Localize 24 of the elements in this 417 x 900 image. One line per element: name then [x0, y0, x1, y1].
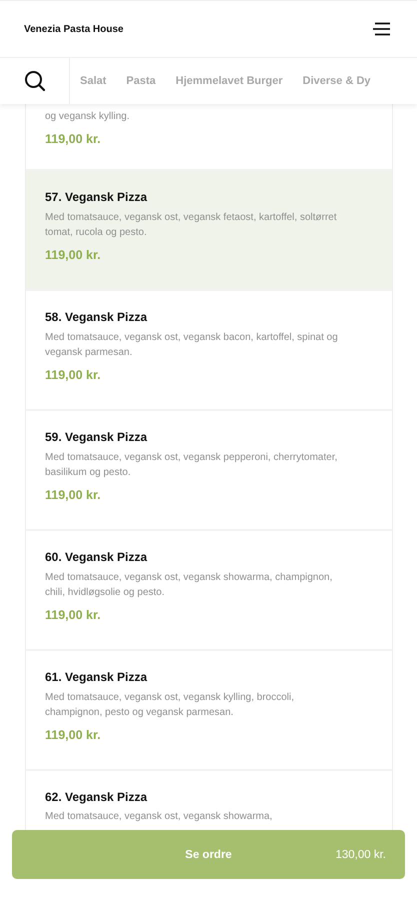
- item-title: 58. Vegansk Pizza: [45, 310, 148, 324]
- search-icon[interactable]: [24, 70, 46, 92]
- item-price: 119,00 kr.: [45, 132, 102, 146]
- item-price: 119,00 kr.: [45, 728, 102, 742]
- menu-icon[interactable]: [373, 22, 391, 36]
- restaurant-title: Venezia Pasta House: [24, 24, 124, 34]
- item-price: 119,00 kr.: [45, 248, 102, 262]
- item-description: Med tomatsauce, vegansk ost, vegansk showarma, champignon, chili, hvidløgsolie og pesto.: [45, 571, 334, 600]
- menu-item-card[interactable]: 57. Vegansk Pizza Med tomatsauce, vegansk ost, vegansk fetaost, kartoffel, soltørret tomat, rucola og pesto. 119,00 kr.: [26, 171, 392, 291]
- item-title: 60. Vegansk Pizza: [45, 550, 148, 564]
- item-description: Med tomatsauce, vegansk ost, vegansk showarma,: [45, 810, 274, 823]
- item-description: og vegansk kylling.: [45, 110, 130, 124]
- item-title: 57. Vegansk Pizza: [45, 190, 148, 204]
- item-price: 119,00 kr.: [45, 368, 102, 382]
- item-description: Med tomatsauce, vegansk ost, vegansk fetaost, kartoffel, soltørret tomat, rucola og pesto.: [45, 211, 338, 240]
- item-price: 119,00 kr.: [45, 488, 102, 502]
- item-title: 61. Vegansk Pizza: [45, 670, 148, 684]
- item-description: Med tomatsauce, vegansk ost, vegansk pepperoni, cherrytomater, basilikum og pesto.: [45, 451, 338, 480]
- item-description: Med tomatsauce, vegansk ost, vegansk kylling, broccoli, champignon, pesto og vegansk parmesan.: [45, 691, 296, 720]
- item-title: 62. Vegansk Pizza: [45, 790, 148, 804]
- order-total: 130,00 kr.: [335, 848, 386, 860]
- item-price: 119,00 kr.: [45, 608, 102, 622]
- item-description: Med tomatsauce, vegansk ost, vegansk bacon, kartoffel, spinat og vegansk parmesan.: [45, 331, 339, 360]
- item-title: 59. Vegansk Pizza: [45, 430, 148, 444]
